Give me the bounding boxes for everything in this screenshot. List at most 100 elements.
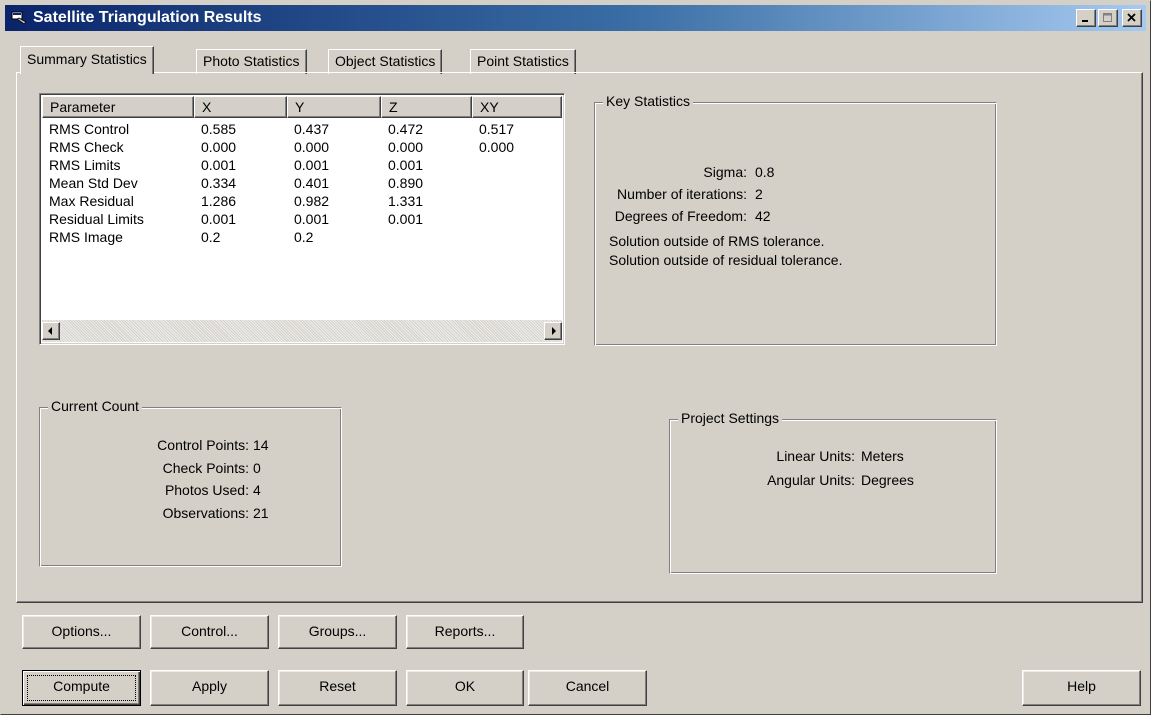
table-cell: RMS Image bbox=[49, 229, 123, 245]
linear-units-label: Linear Units: bbox=[776, 448, 855, 464]
tab-label: Point Statistics bbox=[477, 53, 569, 69]
options-label: Options... bbox=[51, 623, 112, 639]
table-cell: 0.001 bbox=[294, 211, 330, 227]
control-points-value: 14 bbox=[253, 437, 269, 453]
table-cell: 0.585 bbox=[201, 121, 237, 137]
left-arrow-icon bbox=[48, 327, 52, 335]
project-settings-title: Project Settings bbox=[678, 410, 783, 426]
table-cell: 0.001 bbox=[201, 211, 237, 227]
table-cell: 0.001 bbox=[388, 157, 424, 173]
apply-label: Apply bbox=[191, 678, 228, 694]
control-button[interactable]: Control... bbox=[150, 615, 269, 649]
table-cell: 1.286 bbox=[201, 193, 237, 209]
table-cell: 0.000 bbox=[388, 139, 424, 155]
column-header-z[interactable]: Z bbox=[381, 96, 472, 118]
sigma-value: 0.8 bbox=[755, 164, 775, 180]
maximize-icon bbox=[1103, 13, 1112, 22]
table-cell: 0.001 bbox=[388, 211, 424, 227]
column-header-parameter[interactable]: Parameter bbox=[42, 96, 194, 118]
linear-units-value: Meters bbox=[861, 448, 904, 464]
residual-tolerance-message: Solution outside of residual tolerance. bbox=[609, 252, 843, 268]
table-cell: 0.000 bbox=[479, 139, 515, 155]
sigma-row: Sigma: 0.8 bbox=[595, 162, 998, 182]
table-header: Parameter X Y Z XY bbox=[42, 96, 562, 118]
table-cell: 0.2 bbox=[201, 229, 221, 245]
compute-button[interactable]: Compute bbox=[22, 670, 141, 706]
table-cell: 1.331 bbox=[388, 193, 424, 209]
horizontal-scrollbar[interactable] bbox=[42, 320, 562, 342]
table-cell: 0.890 bbox=[388, 175, 424, 191]
linear-units-row: Linear Units: Meters bbox=[670, 446, 998, 466]
project-settings-group: Project Settings Linear Units: Meters An… bbox=[669, 410, 998, 574]
photos-used-label: Photos Used: bbox=[164, 482, 249, 498]
scroll-left-button[interactable] bbox=[42, 322, 60, 340]
minimize-button[interactable] bbox=[1076, 9, 1096, 27]
table-cell: 0.000 bbox=[294, 139, 330, 155]
tab-label: Summary Statistics bbox=[27, 51, 147, 67]
control-points-row: Control Points: 14 bbox=[40, 435, 343, 455]
check-points-value: 0 bbox=[253, 460, 261, 476]
close-button[interactable] bbox=[1122, 9, 1142, 27]
reset-label: Reset bbox=[319, 678, 356, 694]
angular-units-row: Angular Units: Degrees bbox=[670, 470, 998, 490]
ok-button[interactable]: OK bbox=[406, 670, 524, 706]
cancel-button[interactable]: Cancel bbox=[528, 670, 647, 706]
table-cell: 0.982 bbox=[294, 193, 330, 209]
compute-label: Compute bbox=[53, 678, 110, 694]
table-cell: Mean Std Dev bbox=[49, 175, 138, 191]
tab-point-statistics[interactable]: Point Statistics bbox=[470, 49, 576, 74]
table-cell: 0.001 bbox=[201, 157, 237, 173]
maximize-button[interactable] bbox=[1098, 9, 1118, 27]
results-window: Satellite Triangulation Results Summary … bbox=[0, 0, 1151, 715]
help-button[interactable]: Help bbox=[1022, 670, 1141, 706]
table-cell: 0.001 bbox=[294, 157, 330, 173]
reset-button[interactable]: Reset bbox=[278, 670, 397, 706]
tab-photo-statistics[interactable]: Photo Statistics bbox=[196, 49, 307, 74]
iterations-row: Number of iterations: 2 bbox=[595, 184, 998, 204]
key-statistics-group: Key Statistics Sigma: 0.8 Number of iter… bbox=[594, 93, 998, 346]
table-cell: 0.517 bbox=[479, 121, 515, 137]
statistics-table[interactable]: Parameter X Y Z XY RMS Control 0.585 0.4… bbox=[39, 93, 565, 345]
check-points-row: Check Points: 0 bbox=[40, 458, 343, 478]
minimize-icon bbox=[1082, 20, 1088, 22]
table-cell: 0.401 bbox=[294, 175, 330, 191]
help-label: Help bbox=[1067, 678, 1096, 694]
apply-button[interactable]: Apply bbox=[150, 670, 269, 706]
iterations-label: Number of iterations: bbox=[617, 186, 747, 202]
column-header-y[interactable]: Y bbox=[287, 96, 381, 118]
control-label: Control... bbox=[181, 623, 238, 639]
current-count-title: Current Count bbox=[48, 398, 142, 414]
sigma-label: Sigma: bbox=[703, 164, 747, 180]
cancel-label: Cancel bbox=[565, 678, 610, 694]
table-cell: Residual Limits bbox=[49, 211, 144, 227]
ok-label: OK bbox=[454, 678, 476, 694]
groups-label: Groups... bbox=[308, 623, 367, 639]
iterations-value: 2 bbox=[755, 186, 763, 202]
tab-object-statistics[interactable]: Object Statistics bbox=[328, 49, 443, 74]
options-button[interactable]: Options... bbox=[22, 615, 141, 649]
table-cell: 0.2 bbox=[294, 229, 314, 245]
degrees-of-freedom-value: 42 bbox=[755, 208, 771, 224]
title-bar[interactable]: Satellite Triangulation Results bbox=[5, 5, 1146, 31]
tab-label: Object Statistics bbox=[335, 53, 436, 69]
right-arrow-icon bbox=[552, 327, 556, 335]
groups-button[interactable]: Groups... bbox=[278, 615, 397, 649]
column-header-xy[interactable]: XY bbox=[472, 96, 562, 118]
photos-used-row: Photos Used: 4 bbox=[40, 480, 343, 500]
current-count-group: Current Count Control Points: 14 Check P… bbox=[39, 398, 343, 567]
check-points-label: Check Points: bbox=[162, 460, 249, 476]
tab-summary-statistics[interactable]: Summary Statistics bbox=[20, 46, 154, 74]
table-cell: 0.472 bbox=[388, 121, 424, 137]
table-cell: RMS Control bbox=[49, 121, 130, 137]
reports-button[interactable]: Reports... bbox=[406, 615, 524, 649]
window-title: Satellite Triangulation Results bbox=[33, 9, 262, 26]
column-header-x[interactable]: X bbox=[194, 96, 287, 118]
table-cell: RMS Check bbox=[49, 139, 124, 155]
reports-label: Reports... bbox=[434, 623, 496, 639]
observations-row: Observations: 21 bbox=[40, 503, 343, 523]
degrees-of-freedom-label: Degrees of Freedom: bbox=[614, 208, 747, 224]
tab-label: Photo Statistics bbox=[203, 53, 300, 69]
angular-units-label: Angular Units: bbox=[767, 472, 855, 488]
table-cell: 0.000 bbox=[201, 139, 237, 155]
scroll-right-button[interactable] bbox=[544, 322, 562, 340]
